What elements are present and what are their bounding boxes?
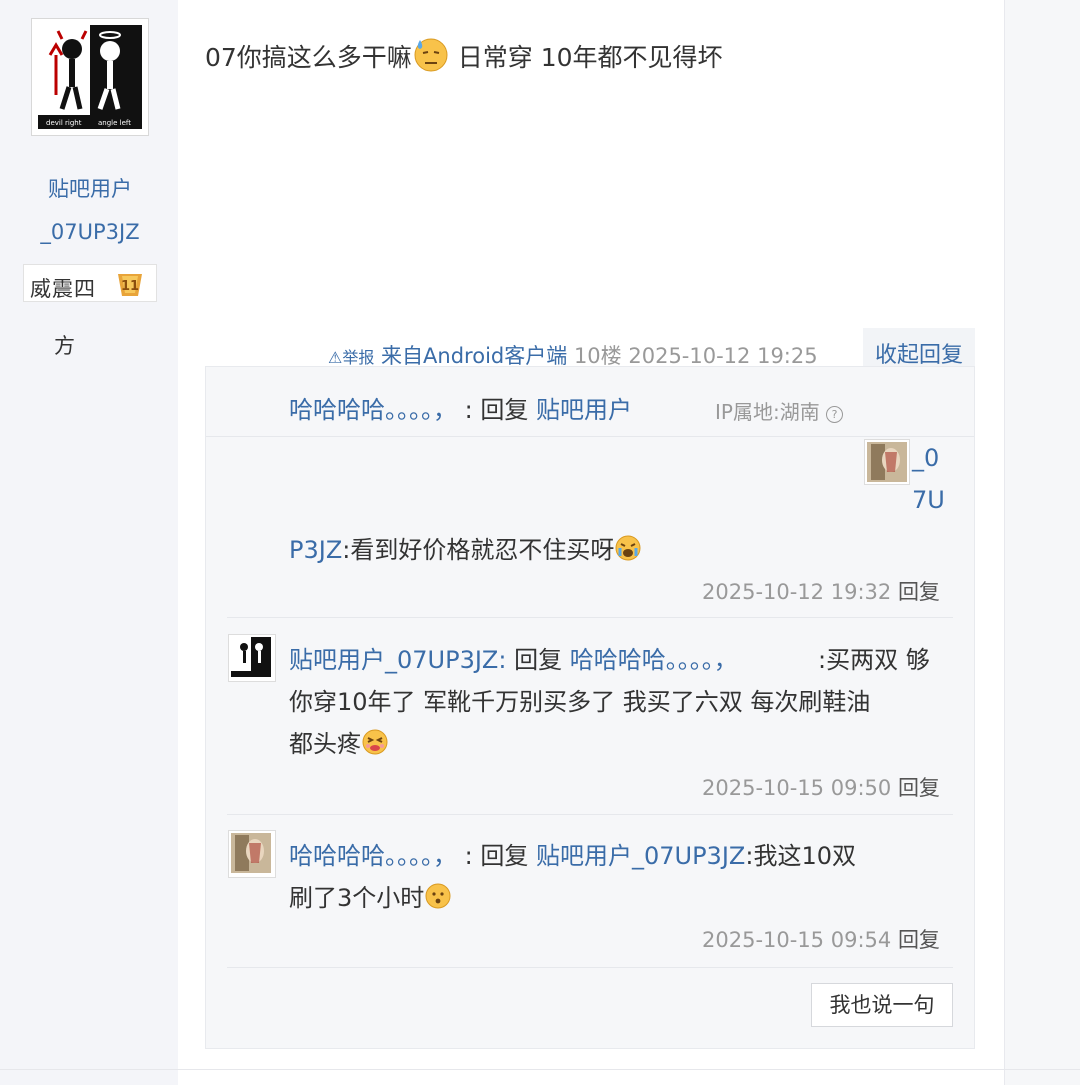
user-photo-avatar [867, 442, 907, 482]
devil-angel-avatar-image [231, 637, 271, 677]
add-comment-button[interactable]: 我也说一句 [811, 983, 953, 1027]
reply-avatar[interactable] [228, 830, 276, 878]
reply-target-link[interactable]: 哈哈哈哈。。。。， [570, 646, 738, 674]
svg-text:11: 11 [121, 279, 139, 294]
badge-title-cont: 方 [54, 334, 75, 358]
reply-header: 哈哈哈哈。。。。， : 回复 贴吧用户 [289, 396, 632, 424]
reply-user-link[interactable]: 哈哈哈哈。。。。， [289, 842, 457, 870]
reply-target-link[interactable]: 贴吧用户_07UP3JZ [536, 842, 745, 870]
user-photo-avatar [231, 833, 271, 873]
divider [227, 967, 953, 968]
author-avatar[interactable]: devil right angle left [31, 18, 149, 136]
divider [227, 617, 953, 618]
level-badge[interactable]: 威震四 11 [23, 264, 157, 302]
reply-user-link[interactable]: 贴吧用户_07UP3JZ: [289, 646, 506, 674]
reply-content: 贴吧用户_07UP3JZ: 回复 哈哈哈哈。。。。， [289, 646, 738, 674]
reply-user-link[interactable]: _0 [912, 444, 939, 472]
crying-face-icon [615, 535, 641, 561]
reply-content: 都头疼 [289, 724, 389, 759]
svg-text:angle left: angle left [98, 119, 131, 127]
reply-time: 2025-10-12 19:32 回复 [702, 580, 940, 604]
reply-button[interactable]: 回复 [898, 776, 940, 800]
report-link[interactable]: ⚠举报 [328, 348, 374, 367]
floor-number: 10楼 [573, 344, 622, 368]
reply-user-link[interactable]: 哈哈哈哈。。。。， [289, 396, 457, 424]
divider [227, 814, 953, 815]
reply-target-link[interactable]: 贴吧用户 [536, 396, 632, 424]
client-link[interactable]: 来自Android客户端 [381, 344, 567, 368]
svg-text:devil right: devil right [46, 119, 82, 127]
author-name[interactable]: 贴吧用户 _07UP3JZ [20, 168, 160, 254]
divider [206, 436, 974, 437]
devil-angel-avatar-image: devil right angle left [38, 25, 142, 129]
reply-content: P3JZ:看到好价格就忍不住买呀 [289, 530, 642, 565]
tired-face-icon [362, 729, 388, 755]
reply-button[interactable]: 回复 [898, 928, 940, 952]
reply-time: 2025-10-15 09:54 回复 [702, 928, 940, 952]
divider [0, 1069, 1080, 1070]
reply-user-link[interactable]: 7U [912, 486, 945, 514]
help-icon[interactable]: ? [826, 406, 844, 423]
level-11-icon: 11 [118, 274, 142, 296]
speechless-face-icon [425, 883, 451, 909]
reply-button[interactable]: 回复 [898, 580, 940, 604]
reply-content: 你穿10年了 军靴千万别买多了 我买了六双 每次刷鞋油 [289, 688, 871, 716]
right-margin [1004, 0, 1080, 1085]
reply-avatar[interactable] [228, 634, 276, 682]
reply-content: 刷了3个小时 [289, 878, 452, 913]
reply-content: 哈哈哈哈。。。。， : 回复 贴吧用户_07UP3JZ:我这10双 [289, 842, 856, 870]
badge-title: 威震四 [30, 277, 96, 301]
reply-time: 2025-10-15 09:50 回复 [702, 776, 940, 800]
reply-content: :买两双 够 [818, 646, 930, 674]
post-time: 2025-10-12 19:25 [628, 344, 818, 368]
reply-avatar[interactable] [864, 439, 910, 485]
sweat-face-icon [414, 38, 448, 72]
author-sidebar [0, 0, 178, 1085]
reply-user-link[interactable]: P3JZ [289, 536, 342, 564]
post-body: 07你搞这么多干嘛 日常穿 10年都不见得坏 [205, 36, 723, 74]
ip-location: IP属地:湖南 ? [715, 396, 844, 425]
